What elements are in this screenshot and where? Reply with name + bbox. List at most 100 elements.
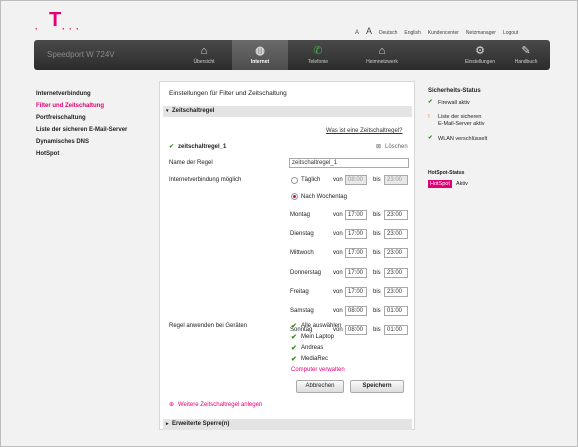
- globe-icon: ◍: [255, 45, 265, 57]
- delete-rule-button[interactable]: Löschen: [385, 144, 408, 150]
- hotspot-badge: HotSpot: [428, 180, 452, 188]
- device-label: Andreas: [301, 345, 324, 351]
- lang-deutsch-link[interactable]: Deutsch: [379, 30, 397, 36]
- checkbox-all[interactable]: ✔: [291, 322, 297, 330]
- nav-label: Übersicht: [193, 59, 215, 65]
- warning-icon: !: [428, 114, 430, 120]
- add-icon[interactable]: ⊕: [169, 401, 174, 408]
- netzmanager-link[interactable]: Netzmanager: [466, 30, 496, 36]
- logout-link[interactable]: Logout: [503, 30, 518, 36]
- day-to-input[interactable]: 23:00: [384, 286, 408, 297]
- lang-english-link[interactable]: English: [404, 30, 420, 36]
- day-from-input[interactable]: 08:00: [345, 306, 367, 316]
- product-name: Speedport W 724V: [47, 50, 115, 59]
- nav-internet[interactable]: ◍ Internet: [232, 40, 288, 70]
- nav-handbuch[interactable]: ✎ Handbuch: [498, 40, 554, 70]
- bis-label: bis: [373, 250, 381, 257]
- checkbox-andreas[interactable]: ✔: [291, 344, 297, 352]
- expand-icon: ▸: [166, 421, 169, 427]
- nav-label: Heimnetzwerk: [366, 59, 398, 65]
- kundencenter-link[interactable]: Kundencenter: [428, 30, 459, 36]
- section-zeitschaltregel[interactable]: ▾ Zeitschaltregel: [163, 106, 412, 117]
- daily-label: Täglich: [301, 177, 321, 183]
- delete-icon[interactable]: ⊠: [376, 143, 381, 150]
- bis-label: bis: [373, 327, 381, 334]
- day-label: Freitag: [290, 288, 309, 295]
- day-to-input[interactable]: 23:00: [384, 248, 408, 259]
- sidebar-item-email-server[interactable]: Liste der sicheren E-Mail-Server: [36, 124, 127, 136]
- check-icon: ✔: [169, 144, 175, 150]
- day-from-input[interactable]: 17:00: [345, 286, 367, 297]
- add-rule-link[interactable]: Weitere Zeitschaltregel anlegen: [178, 402, 262, 408]
- page-title: Einstellungen für Filter und Zeitschaltu…: [169, 90, 287, 97]
- day-from-input[interactable]: 08:00: [345, 325, 367, 336]
- nav-label: Einstellungen: [464, 59, 496, 65]
- radio-daily[interactable]: [291, 177, 298, 184]
- main-nav: Speedport W 724V ⌂ Übersicht ◍ Internet …: [34, 40, 550, 70]
- check-icon: ✔: [428, 99, 433, 105]
- book-icon: ✎: [521, 45, 531, 57]
- status-panel: Sicherheits-Status ✔ Firewall aktiv ! Li…: [428, 88, 538, 188]
- radio-weekday[interactable]: [291, 193, 298, 200]
- day-to-input[interactable]: 23:00: [384, 267, 408, 278]
- daily-from-input[interactable]: 08:00: [345, 175, 367, 185]
- weekday-label: Nach Wochentag: [301, 194, 347, 200]
- von-label: von: [333, 288, 343, 295]
- nav-uebersicht[interactable]: ⌂ Übersicht: [176, 40, 232, 70]
- status-email-line2: E-Mail-Server aktiv: [438, 121, 485, 127]
- bis-label: bis: [373, 308, 381, 314]
- nav-label: Telefonie: [307, 59, 328, 65]
- day-to-input[interactable]: 23:00: [384, 229, 408, 240]
- security-status-title: Sicherheits-Status: [428, 88, 481, 94]
- sidebar: Internetverbindung Filter und Zeitschalt…: [36, 88, 127, 160]
- sidebar-item-internetverbindung[interactable]: Internetverbindung: [36, 88, 127, 100]
- gear-icon: ⚙: [475, 45, 485, 57]
- day-label: Dienstag: [290, 231, 314, 238]
- bis-label: bis: [373, 177, 381, 183]
- day-from-input[interactable]: 17:00: [345, 267, 367, 278]
- help-link[interactable]: Was ist eine Zeitschaltregel?: [326, 128, 402, 134]
- day-to-input[interactable]: 23:00: [384, 210, 408, 220]
- bis-label: bis: [373, 269, 381, 276]
- device-label: Mein Laptop: [301, 334, 335, 340]
- von-label: von: [333, 250, 343, 257]
- sidebar-item-filter[interactable]: Filter und Zeitschaltung: [36, 100, 127, 112]
- check-icon: ✔: [428, 135, 433, 141]
- day-label: Samstag: [290, 308, 314, 314]
- bis-label: bis: [373, 212, 381, 218]
- internet-label: Internetverbindung möglich: [169, 177, 242, 183]
- name-label: Name der Regel: [169, 160, 213, 166]
- collapse-icon: ▾: [166, 108, 169, 114]
- content-panel: Einstellungen für Filter und Zeitschaltu…: [159, 81, 415, 430]
- bis-label: bis: [373, 288, 381, 295]
- sidebar-item-portfreischaltung[interactable]: Portfreischaltung: [36, 112, 127, 124]
- day-from-input[interactable]: 17:00: [345, 229, 367, 240]
- checkbox-mediarec[interactable]: ✔: [291, 355, 297, 363]
- house-icon: ⌂: [200, 45, 208, 57]
- cancel-button[interactable]: Abbrechen: [296, 380, 344, 393]
- nav-telefonie[interactable]: ✆ Telefonie: [290, 40, 346, 70]
- device-label: MediaRec: [301, 356, 329, 362]
- day-from-input[interactable]: 17:00: [345, 210, 367, 220]
- daily-to-input[interactable]: 23:00: [384, 175, 408, 185]
- checkbox-laptop[interactable]: ✔: [291, 333, 297, 341]
- section-erweiterte-sperren[interactable]: ▸ Erweiterte Sperre(n): [163, 419, 412, 430]
- font-large-button[interactable]: A: [366, 26, 372, 36]
- hotspot-status-title: HotSpot-Status: [428, 170, 465, 176]
- font-small-button[interactable]: A: [355, 30, 359, 36]
- status-firewall: Firewall aktiv: [438, 100, 470, 106]
- manage-computers-link[interactable]: Computer verwalten: [291, 367, 345, 373]
- sidebar-item-hotspot[interactable]: HotSpot: [36, 148, 127, 160]
- day-label: Donnerstag: [290, 269, 322, 276]
- von-label: von: [333, 231, 343, 238]
- rule-name-input[interactable]: zeitschaltregel_1: [289, 158, 409, 168]
- day-to-input[interactable]: 01:00: [384, 306, 408, 316]
- nav-heimnetzwerk[interactable]: ⌂ Heimnetzwerk: [354, 40, 410, 70]
- devices-label: Regel anwenden bei Geräten: [169, 323, 248, 329]
- status-email-line1: Liste der sicheren: [438, 114, 482, 120]
- sidebar-item-dyndns[interactable]: Dynamisches DNS: [36, 136, 127, 148]
- save-button[interactable]: Speichern: [350, 380, 404, 393]
- day-to-input[interactable]: 01:00: [384, 325, 408, 336]
- von-label: von: [333, 177, 343, 183]
- day-from-input[interactable]: 17:00: [345, 248, 367, 259]
